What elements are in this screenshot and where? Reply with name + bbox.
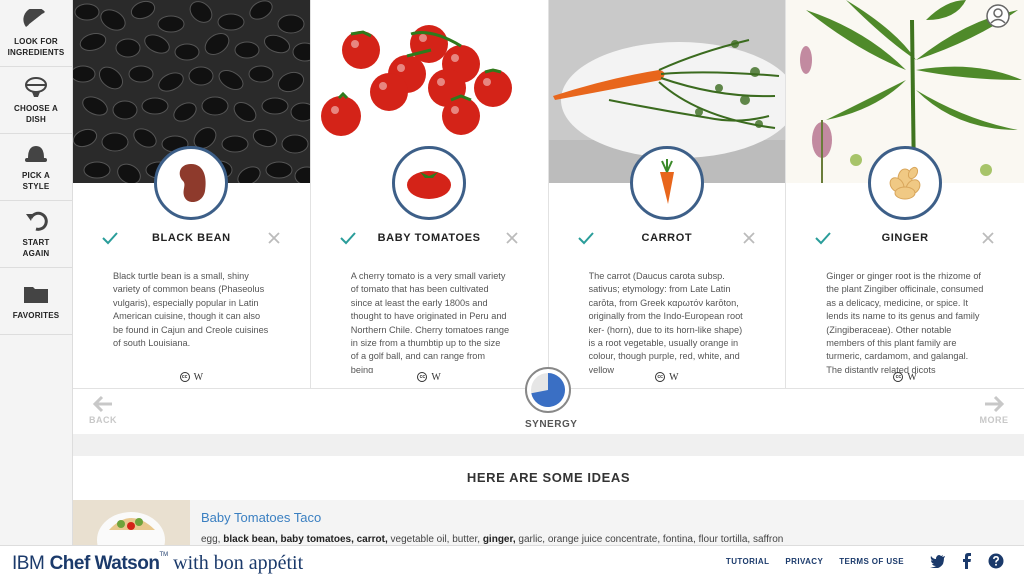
footer-links: TUTORIAL PRIVACY TERMS OF USE [726,557,904,566]
ingredient-title: GINGER [881,232,929,244]
brand-chef-watson: Chef Watson [49,553,160,574]
ingredient-description: Ginger or ginger root is the rhizome of … [826,271,984,373]
sidebar-item-look-for-ingredients[interactable]: LOOK FOR INGREDIENTS [0,0,72,67]
ingredient-card-ginger[interactable]: GINGER Ginger or ginger root is the rhiz… [786,0,1024,388]
more-label: MORE [979,415,1009,425]
ideas-heading: HERE ARE SOME IDEAS [466,470,631,485]
creative-commons-icon[interactable]: cc [655,372,666,382]
ingredient-nav-bar: BACK SYNERGY MORE [73,367,1024,434]
creative-commons-icon[interactable]: cc [417,372,428,382]
carrot-icon [629,146,704,220]
hat-icon [22,142,50,166]
privacy-link[interactable]: PRIVACY [785,557,823,566]
facebook-icon[interactable] [959,553,975,569]
check-icon[interactable] [101,229,119,247]
license-row: cc W [786,372,1024,383]
folder-icon [22,282,50,306]
recipe-thumbnail [73,500,190,545]
ginger-icon [868,146,943,220]
close-icon[interactable] [980,230,996,246]
back-button[interactable]: BACK [83,395,123,425]
arrow-right-icon [985,395,1005,413]
dish-icon [22,75,50,99]
sidebar-item-label: FAVORITES [12,310,60,320]
sidebar-item-favorites[interactable]: FAVORITES [0,268,72,335]
ingredient-title: CARROT [641,232,693,244]
sidebar-item-label: LOOK FOR INGREDIENTS [7,37,65,57]
synergy-dial [525,367,571,413]
terms-link[interactable]: TERMS OF USE [839,557,904,566]
recipe-title-link[interactable]: Baby Tomatoes Taco [201,510,321,525]
tutorial-link[interactable]: TUTORIAL [726,557,770,566]
synergy-meter[interactable]: SYNERGY [525,367,578,430]
ingredient-description: The carrot (Daucus carota subsp. sativus… [588,271,743,373]
divider [73,434,1024,456]
license-row: cc W [549,372,786,383]
brand-bon-appetit: bon appétit [213,552,304,574]
undo-icon [22,209,50,233]
app-root: LOOK FOR INGREDIENTS CHOOSE A DISH PICK … [0,0,1024,576]
brand-ibm: IBM [12,553,45,574]
close-icon[interactable] [266,230,282,246]
sidebar-item-pick-a-style[interactable]: PICK A STYLE [0,134,72,201]
sidebar-item-label: CHOOSE A DISH [14,104,58,124]
lemon-icon [22,8,50,32]
close-icon[interactable] [741,230,757,246]
ingredient-match: black bean, baby tomatoes, carrot, [223,534,388,545]
footer: IBM Chef WatsonTM with bon appétit TUTOR… [0,545,1024,576]
ingredient-card-carrot[interactable]: CARROT The carrot (Daucus carota subsp. … [548,0,787,388]
check-icon[interactable] [814,229,832,247]
sidebar-item-choose-a-dish[interactable]: CHOOSE A DISH [0,67,72,134]
more-button[interactable]: MORE [974,395,1014,425]
ingredient-text: vegetable oil, butter, [387,534,483,545]
recipe-idea-item[interactable]: Baby Tomatoes Taco egg, black bean, baby… [73,500,1024,545]
help-icon[interactable] [988,553,1004,569]
check-icon[interactable] [577,229,595,247]
sidebar: LOOK FOR INGREDIENTS CHOOSE A DISH PICK … [0,0,73,545]
recipe-ingredients: egg, black bean, baby tomatoes, carrot, … [201,534,783,545]
back-label: BACK [89,415,117,425]
brand-tm: TM [159,552,169,558]
ingredient-cards: BLACK BEAN Black turtle bean is a small,… [73,0,1024,388]
twitter-icon[interactable] [930,553,946,569]
creative-commons-icon[interactable]: cc [893,372,904,382]
brand-logo[interactable]: IBM Chef WatsonTM with bon appétit [12,552,303,575]
ingredient-card-baby-tomatoes[interactable]: BABY TOMATOES A cherry tomato is a very … [310,0,549,388]
license-row: cc W [311,372,548,383]
ingredient-title: BABY TOMATOES [377,232,481,244]
brand-with: with [168,552,214,574]
ingredient-text: garlic, orange juice concentrate, fontin… [515,534,784,545]
ingredient-card-black-bean[interactable]: BLACK BEAN Black turtle bean is a small,… [73,0,311,388]
wikipedia-icon[interactable]: W [907,372,916,383]
bean-icon [154,146,229,220]
sidebar-item-label: START AGAIN [22,238,50,258]
user-profile-icon[interactable] [986,4,1010,28]
wikipedia-icon[interactable]: W [194,372,203,383]
ingredient-title: BLACK BEAN [152,232,231,244]
tomato-icon [392,146,467,220]
ingredient-text: egg, [201,534,224,545]
check-icon[interactable] [339,229,357,247]
ingredient-description: A cherry tomato is a very small variety … [350,271,510,373]
close-icon[interactable] [504,230,520,246]
sidebar-item-start-again[interactable]: START AGAIN [0,201,72,268]
sidebar-item-label: PICK A STYLE [21,171,51,191]
wikipedia-icon[interactable]: W [431,372,440,383]
arrow-left-icon [92,395,112,413]
synergy-label: SYNERGY [525,419,578,430]
footer-icons [930,553,1004,569]
ingredient-description: Black turtle bean is a small, shiny vari… [113,271,269,349]
wikipedia-icon[interactable]: W [669,372,678,383]
ingredient-match: ginger, [482,534,516,545]
license-row: cc W [73,372,310,383]
creative-commons-icon[interactable]: cc [179,372,190,382]
